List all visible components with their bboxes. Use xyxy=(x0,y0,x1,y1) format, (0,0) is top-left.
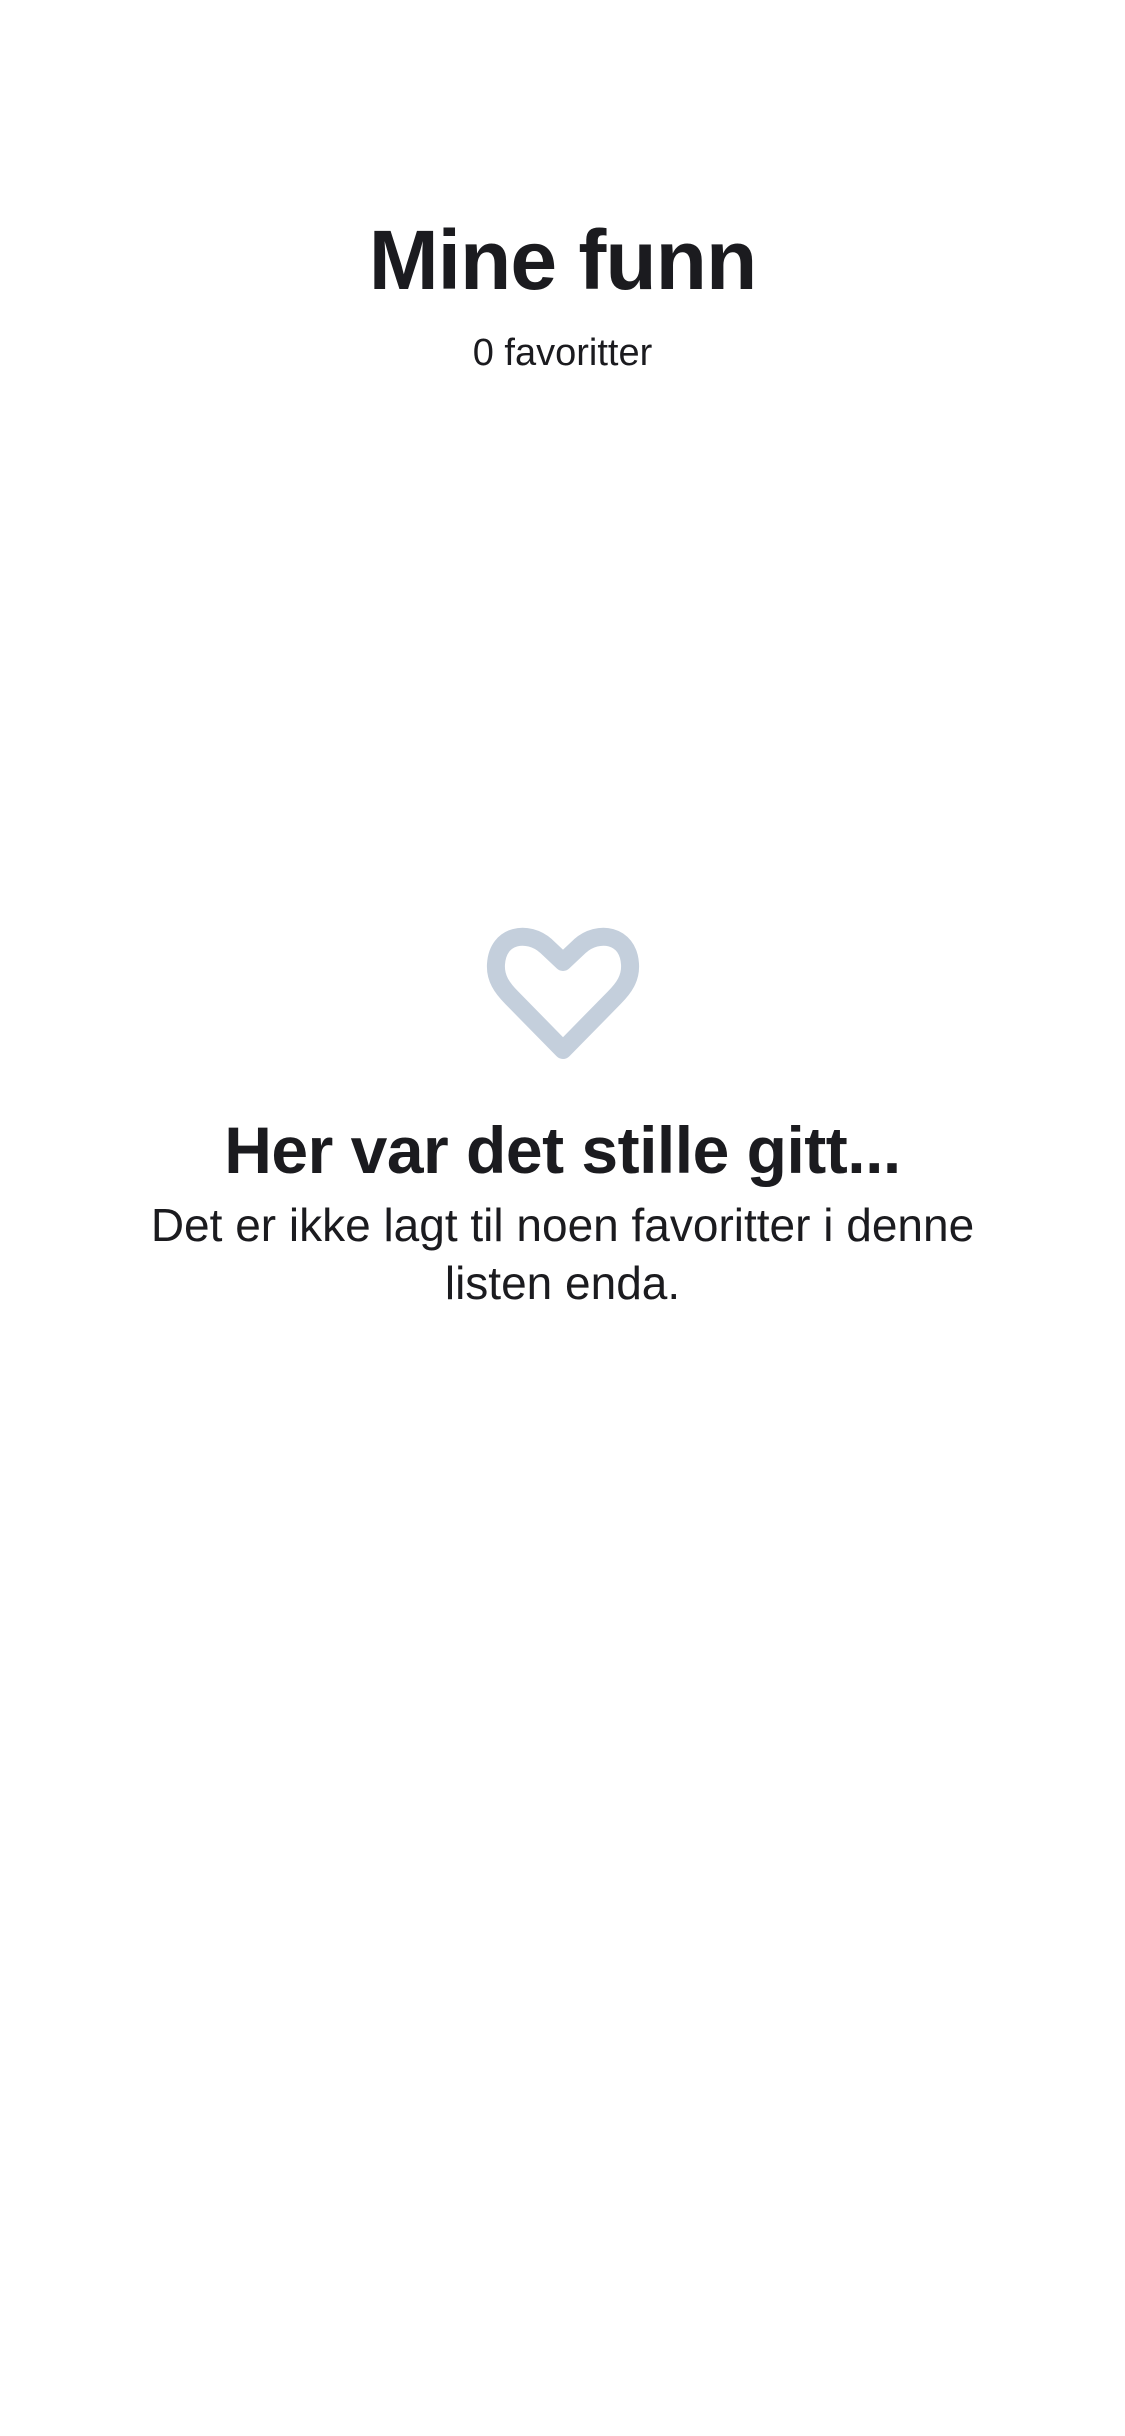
empty-state-message: Det er ikke lagt til noen favoritter i d… xyxy=(150,1199,975,1309)
heart-icon xyxy=(486,927,639,1059)
empty-state: Her var det stille gitt... Det er ikke l… xyxy=(0,918,1125,1312)
empty-state-title: Her var det stille gitt... xyxy=(224,1113,901,1187)
favorites-count: 0 favoritter xyxy=(472,332,653,374)
page-header: Mine funn 0 favoritter xyxy=(0,205,1125,383)
page-title: Mine funn xyxy=(368,213,758,307)
